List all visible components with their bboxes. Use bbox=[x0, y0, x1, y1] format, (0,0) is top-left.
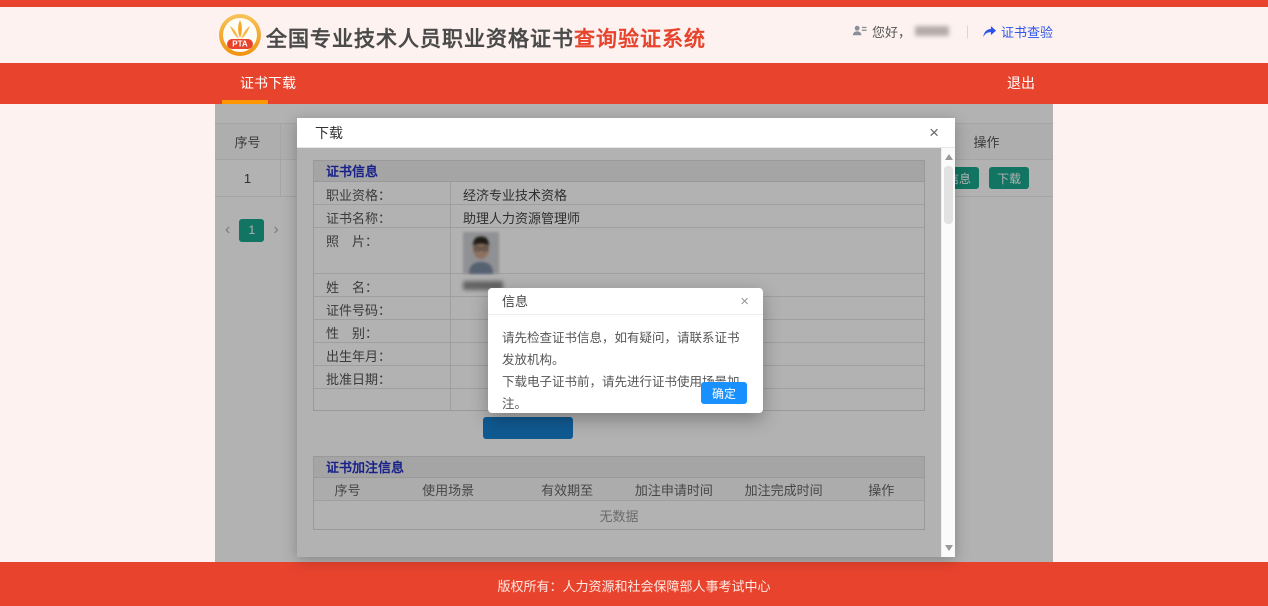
scrollbar-thumb[interactable] bbox=[944, 166, 953, 224]
ok-button[interactable]: 确定 bbox=[701, 382, 747, 404]
pta-logo-icon: PTA bbox=[218, 13, 262, 57]
download-modal-titlebar: 下载 × bbox=[297, 118, 955, 148]
svg-text:PTA: PTA bbox=[232, 40, 248, 49]
page-title-main: 全国专业技术人员职业资格证书 bbox=[266, 28, 574, 51]
page-footer: 版权所有：人力资源和社会保障部人事考试中心 bbox=[0, 562, 1268, 606]
top-accent-strip bbox=[0, 0, 1268, 7]
greeting-text: 您好， bbox=[872, 22, 911, 41]
separator: ｜ bbox=[961, 22, 974, 41]
info-message-line1: 请先检查证书信息，如有疑问，请联系证书发放机构。 bbox=[502, 327, 749, 371]
logout-button[interactable]: 退出 bbox=[1007, 63, 1035, 104]
info-dialog-titlebar: 信息 × bbox=[488, 288, 763, 315]
user-icon bbox=[852, 24, 867, 39]
share-arrow-icon bbox=[982, 24, 997, 39]
main-nav-bar: 证书下载 退出 bbox=[0, 63, 1268, 104]
info-dialog: 信息 × 请先检查证书信息，如有疑问，请联系证书发放机构。 下载电子证书前，请先… bbox=[488, 288, 763, 413]
scroll-up-icon[interactable] bbox=[945, 154, 953, 160]
tab-certificate-download[interactable]: 证书下载 bbox=[240, 63, 296, 104]
page-title-accent: 查询验证系统 bbox=[574, 28, 706, 51]
scroll-down-icon[interactable] bbox=[945, 545, 953, 551]
info-dialog-close-icon[interactable]: × bbox=[736, 288, 753, 315]
certificate-verify-label: 证书查验 bbox=[1001, 22, 1053, 41]
username-redacted bbox=[915, 26, 949, 36]
certificate-verify-link[interactable]: 证书查验 bbox=[982, 22, 1053, 41]
page-title: 全国专业技术人员职业资格证书查询验证系统 bbox=[266, 23, 706, 53]
user-info-bar: 您好， ｜ 证书查验 bbox=[852, 21, 1053, 41]
modal-scrollbar[interactable] bbox=[941, 148, 955, 557]
copyright-text: 版权所有：人力资源和社会保障部人事考试中心 bbox=[497, 576, 770, 606]
page-header: PTA 全国专业技术人员职业资格证书查询验证系统 您好， ｜ 证书查验 bbox=[0, 7, 1268, 63]
download-modal-close-icon[interactable]: × bbox=[925, 118, 943, 148]
download-modal-title: 下载 bbox=[315, 118, 343, 148]
info-dialog-title: 信息 bbox=[502, 288, 528, 315]
